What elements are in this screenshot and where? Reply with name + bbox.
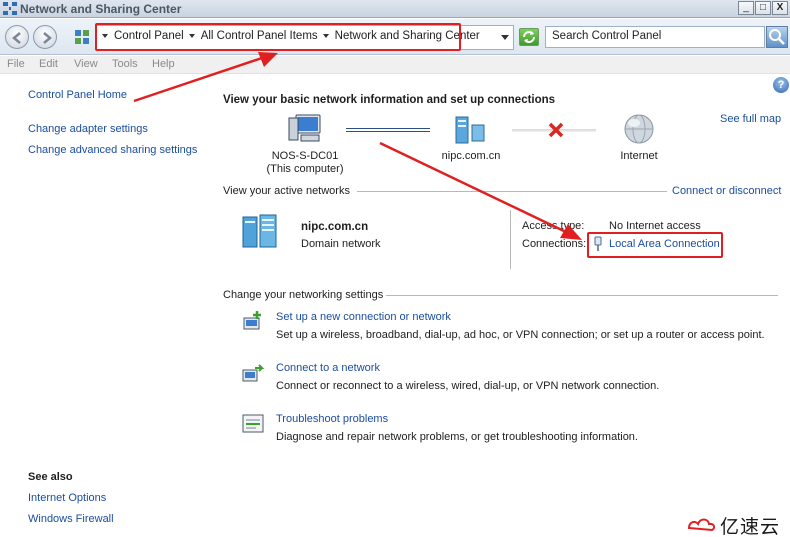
menu-file[interactable]: File — [7, 58, 25, 70]
connections-label: Connections: — [522, 238, 587, 250]
connect-to-network-description: Connect or reconnect to a wireless, wire… — [276, 380, 660, 392]
domain-network-icon — [242, 214, 277, 248]
computer-subtitle: (This computer) — [266, 163, 344, 175]
menu-view[interactable]: View — [74, 58, 98, 70]
address-toolbar: Control Panel All Control Panel Items Ne… — [0, 19, 790, 55]
back-button[interactable] — [5, 25, 29, 49]
search-input[interactable]: Search Control Panel — [545, 26, 765, 48]
cloud-logo-icon — [687, 518, 716, 532]
control-panel-icon — [75, 30, 89, 44]
access-type-label: Access type: — [522, 220, 585, 232]
connect-network-icon — [242, 364, 265, 382]
refresh-icon — [523, 31, 535, 43]
computer-name: NOS-S-DC01 — [271, 150, 339, 162]
change-advanced-sharing-link[interactable]: Change advanced sharing settings — [28, 144, 197, 156]
divider — [357, 191, 667, 192]
access-type-value: No Internet access — [609, 220, 701, 232]
computer-icon — [288, 114, 321, 142]
windows-firewall-link[interactable]: Windows Firewall — [28, 513, 114, 525]
search-button[interactable] — [766, 26, 788, 48]
minimize-button[interactable]: _ — [738, 1, 754, 15]
control-panel-home-link[interactable]: Control Panel Home — [28, 89, 127, 101]
active-network-type: Domain network — [301, 238, 381, 250]
change-settings-heading: Change your networking settings — [223, 289, 384, 301]
refresh-button[interactable] — [519, 28, 539, 46]
forward-button[interactable] — [33, 25, 57, 49]
connect-or-disconnect-link[interactable]: Connect or disconnect — [672, 185, 781, 197]
title-bar: Network and Sharing Center _ □ X — [0, 0, 790, 18]
window-title: Network and Sharing Center — [20, 2, 182, 16]
watermark-logo: 亿速云 — [686, 512, 790, 537]
active-network-name: nipc.com.cn — [301, 221, 369, 233]
menu-help[interactable]: Help — [152, 58, 175, 70]
globe-icon — [624, 114, 654, 144]
network-icon — [455, 116, 485, 144]
setup-connection-description: Set up a wireless, broadband, dial-up, a… — [276, 329, 765, 341]
close-button[interactable]: X — [772, 1, 788, 15]
back-arrow-icon — [12, 32, 21, 44]
setup-connection-link[interactable]: Set up a new connection or network — [276, 311, 451, 323]
connect-to-network-link[interactable]: Connect to a network — [276, 362, 380, 374]
left-pane: Control Panel Home Change adapter settin… — [0, 75, 212, 537]
disconnected-x-icon — [548, 122, 564, 138]
active-networks-heading: View your active networks — [223, 185, 350, 197]
new-connection-icon — [243, 311, 261, 330]
vertical-divider — [510, 210, 511, 269]
main-content: ? View your basic network information an… — [212, 75, 790, 537]
help-icon[interactable]: ? — [773, 77, 789, 93]
see-also-heading: See also — [28, 471, 73, 483]
watermark-text: 亿速云 — [720, 516, 781, 537]
internet-label: Internet — [620, 150, 658, 162]
annotation-box-address — [95, 23, 461, 51]
search-icon — [769, 29, 785, 45]
internet-options-link[interactable]: Internet Options — [28, 492, 106, 504]
annotation-box-connection — [587, 232, 723, 258]
see-full-map-link[interactable]: See full map — [720, 113, 781, 125]
maximize-button[interactable]: □ — [755, 1, 771, 15]
page-heading: View your basic network information and … — [223, 94, 556, 106]
change-adapter-settings-link[interactable]: Change adapter settings — [28, 123, 148, 135]
network-name: nipc.com.cn — [441, 150, 501, 162]
divider — [386, 295, 778, 296]
address-dropdown-icon[interactable] — [501, 35, 509, 40]
forward-arrow-icon — [43, 32, 52, 44]
troubleshoot-icon — [242, 414, 264, 433]
menu-bar: File Edit View Tools Help — [0, 56, 790, 74]
connection-line-computer-network — [346, 128, 430, 132]
menu-edit[interactable]: Edit — [39, 58, 58, 70]
troubleshoot-description: Diagnose and repair network problems, or… — [276, 431, 638, 443]
troubleshoot-link[interactable]: Troubleshoot problems — [276, 413, 388, 425]
menu-tools[interactable]: Tools — [112, 58, 138, 70]
network-center-icon — [3, 2, 17, 15]
